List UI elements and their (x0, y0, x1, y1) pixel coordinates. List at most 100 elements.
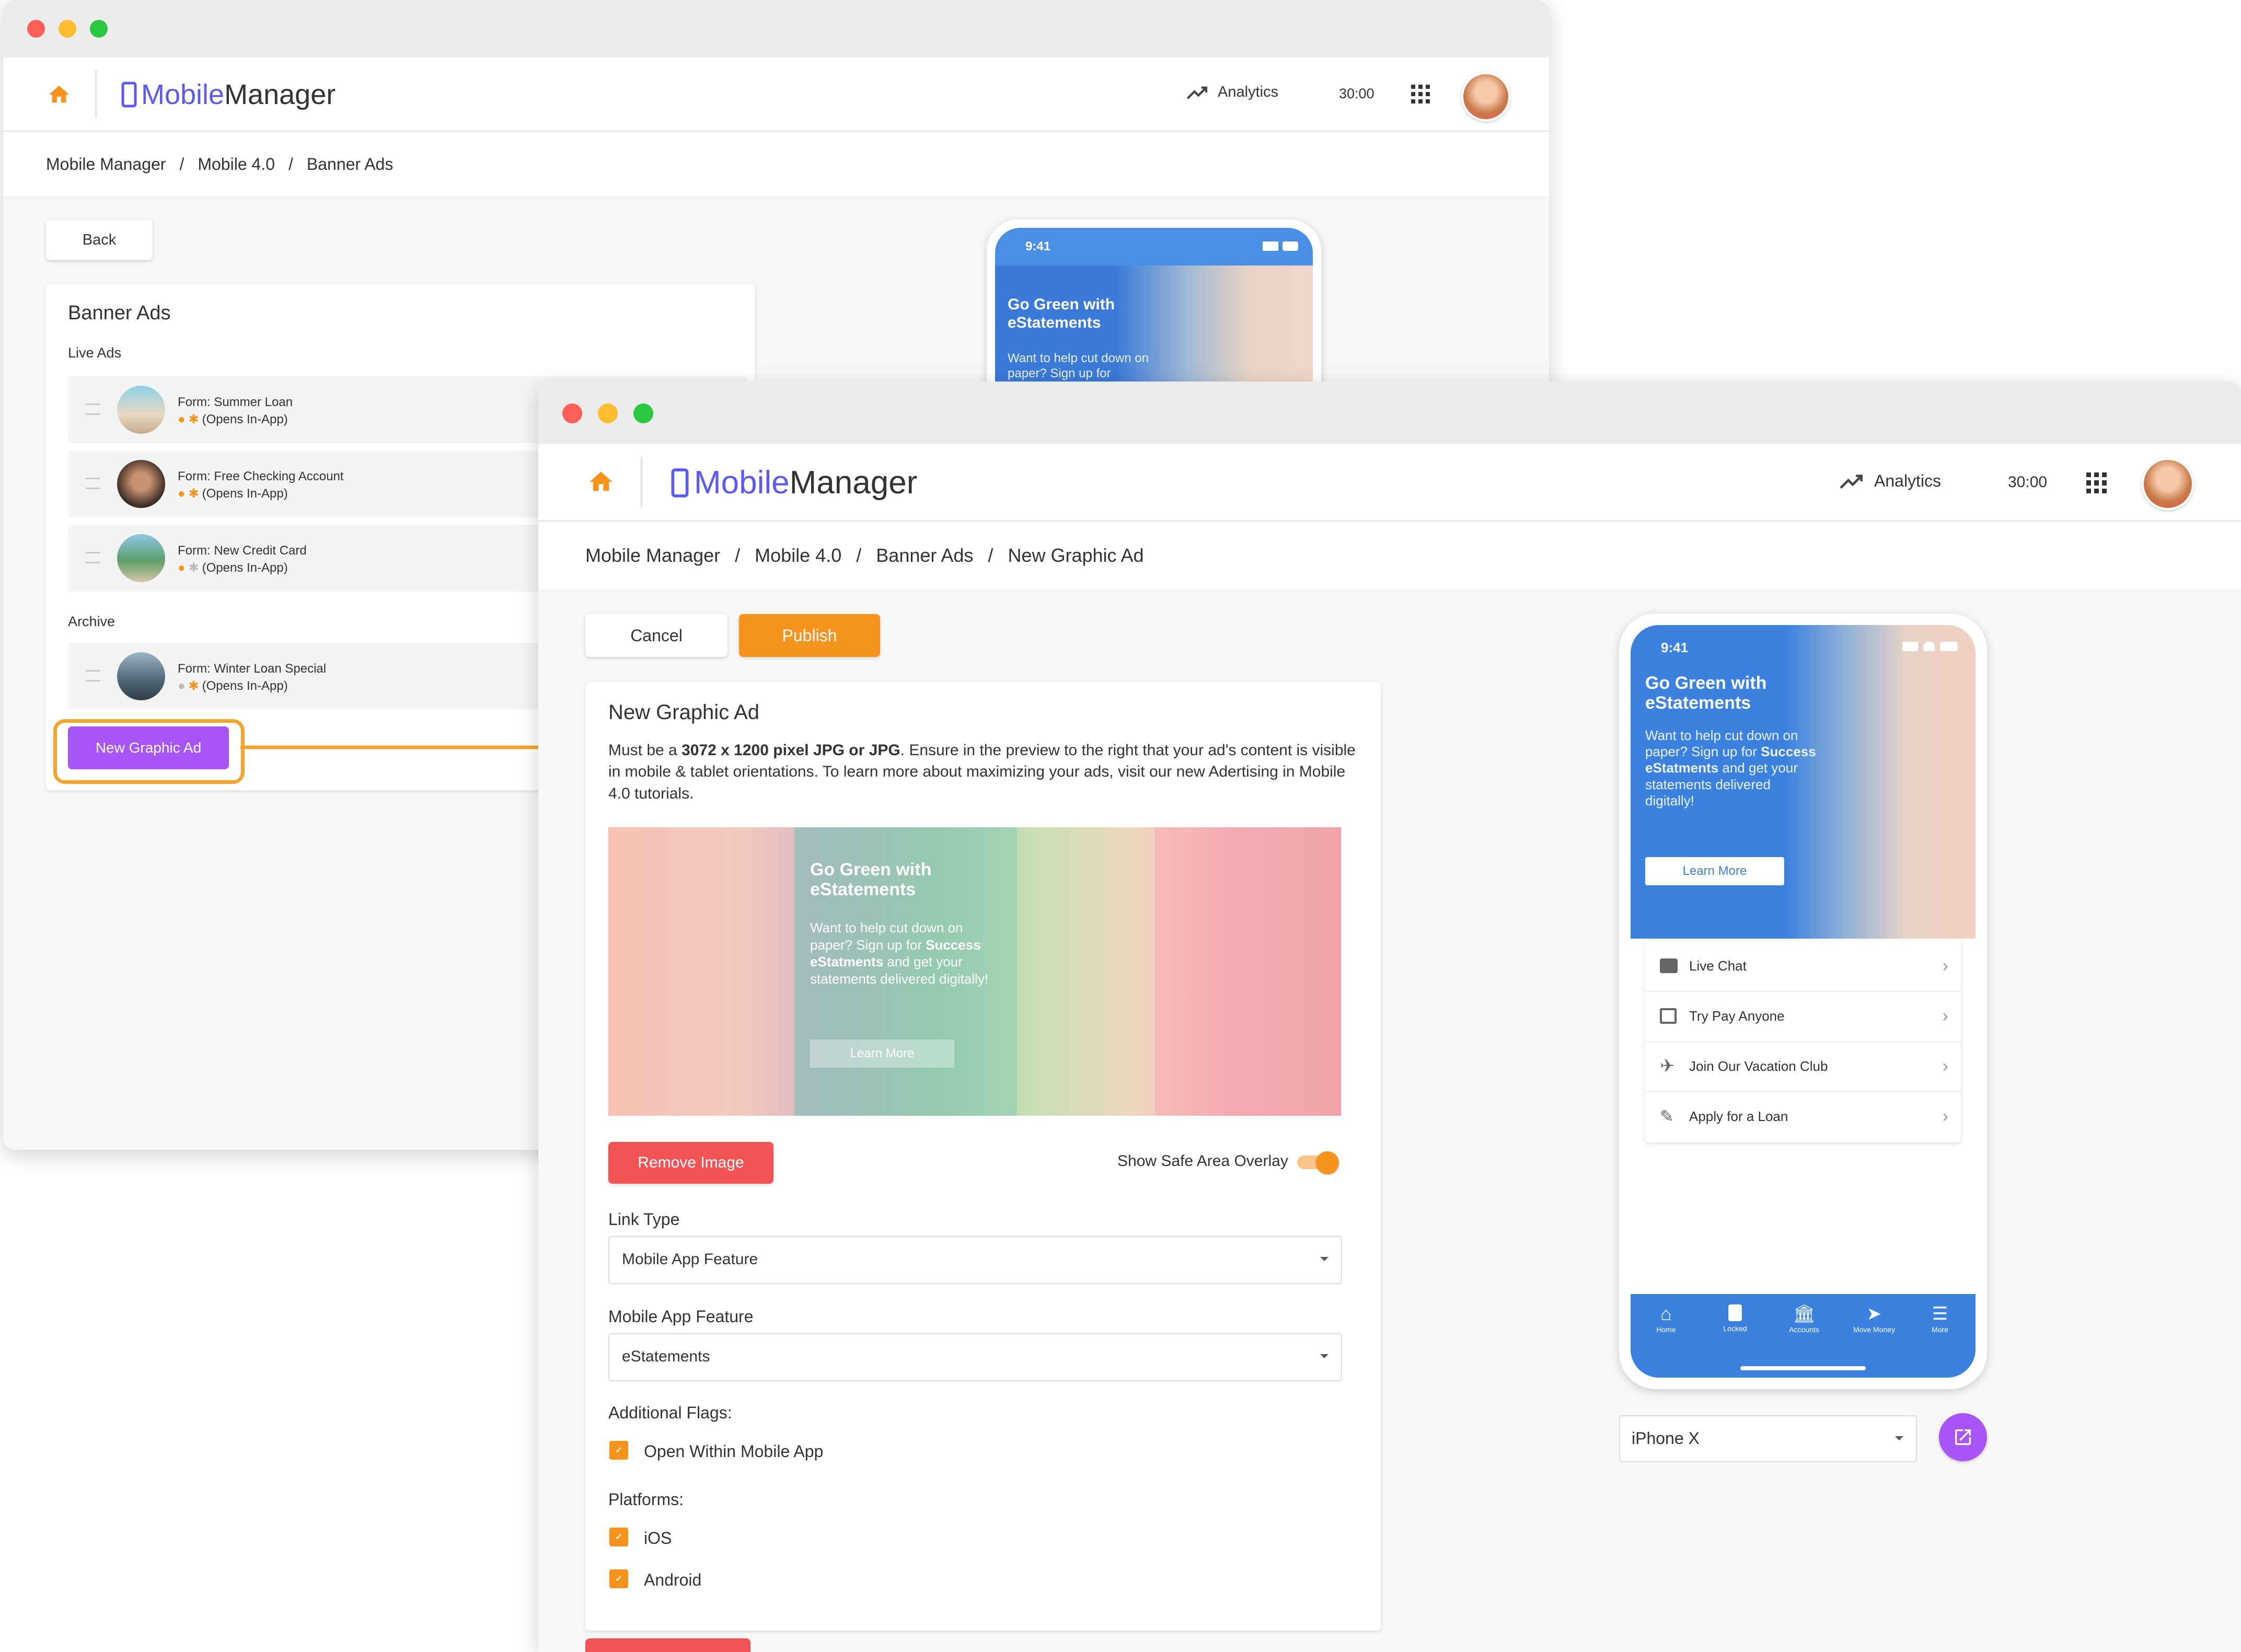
android-icon: ✱ (188, 679, 199, 693)
menu-icon: ☰ (1932, 1304, 1948, 1324)
front-breadcrumb: Mobile Manager / Mobile 4.0 / Banner Ads… (538, 522, 2241, 590)
apps-grid-icon[interactable] (2086, 472, 2107, 493)
session-timer: 30:00 (2008, 473, 2048, 491)
close-window-button[interactable] (562, 403, 582, 423)
home-icon[interactable] (587, 468, 615, 495)
signal-icon (1902, 642, 1918, 651)
back-button[interactable]: Back (46, 220, 153, 260)
minimize-window-button[interactable] (598, 403, 618, 423)
link-type-select[interactable]: Mobile App Feature (608, 1236, 1342, 1284)
tab-accounts[interactable]: 🏛 Accounts (1781, 1302, 1827, 1334)
session-timer: 30:00 (1339, 86, 1374, 101)
battery-icon (1940, 642, 1958, 651)
android-icon: ✱ (188, 561, 199, 575)
front-window: Mobile Manager Analytics 30:00 Mobile Man… (538, 382, 2241, 1652)
menu-item-live-chat[interactable]: Live Chat › (1645, 941, 1961, 992)
analytics-label: Analytics (1218, 84, 1279, 100)
feature-select[interactable]: eStatements (608, 1333, 1342, 1381)
breadcrumb-mobile-4[interactable]: Mobile 4.0 (198, 155, 275, 174)
analytics-link[interactable]: Analytics (1840, 471, 1941, 491)
ad-title: Form: New Credit Card (178, 544, 307, 558)
receipt-icon (1660, 1008, 1677, 1024)
back-breadcrumb: Mobile Manager / Mobile 4.0 / Banner Ads (3, 132, 1549, 197)
apple-icon: ● (178, 486, 186, 501)
banner-preview: Go Green with eStatements Want to help c… (608, 827, 1341, 1116)
breadcrumb-separator: / (288, 154, 293, 174)
menu-item-pay-anyone[interactable]: Try Pay Anyone › (1645, 991, 1961, 1042)
phone-time: 9:41 (1661, 640, 1689, 655)
phone-icon (121, 82, 137, 108)
chevron-down-icon (1895, 1436, 1903, 1440)
front-titlebar (538, 382, 2241, 445)
user-avatar[interactable] (1461, 72, 1510, 121)
brand-logo: Mobile Manager (671, 464, 917, 501)
breadcrumb-separator: / (988, 545, 994, 566)
breadcrumb-mobile-manager[interactable]: Mobile Manager (46, 155, 166, 174)
banner-right-overlay (1155, 827, 1341, 1116)
breadcrumb-mobile-manager[interactable]: Mobile Manager (585, 545, 720, 567)
ad-thumbnail (117, 460, 165, 508)
analytics-link[interactable]: Analytics (1186, 84, 1278, 101)
apple-icon: ● (178, 412, 186, 426)
cancel-button[interactable]: Cancel (585, 614, 727, 657)
open-in-app-label: Open Within Mobile App (644, 1442, 824, 1461)
status-icons (1902, 642, 1958, 651)
archive-label: Archive (68, 614, 115, 629)
drag-handle-icon[interactable] (86, 478, 100, 489)
front-app-header: Mobile Manager Analytics 30:00 (538, 444, 2241, 522)
form-title: New Graphic Ad (608, 701, 760, 724)
send-icon: ➤ (1866, 1304, 1882, 1324)
menu-item-apply-loan[interactable]: ✎ Apply for a Loan › (1645, 1091, 1961, 1141)
ad-title: Form: Summer Loan (178, 395, 293, 409)
ad-thumbnail (117, 652, 165, 700)
phone-tab-bar: ⌂ Home Locked 🏛 Accounts ➤ Move Money ☰ (1631, 1294, 1976, 1378)
tab-home[interactable]: ⌂ Home (1643, 1302, 1689, 1334)
delete-button-partial[interactable] (585, 1638, 750, 1652)
breadcrumb-separator: / (735, 545, 741, 566)
ad-subtitle: ● ✱ (Opens In-App) (178, 678, 288, 694)
chat-icon (1660, 958, 1678, 973)
banner-learn-more: Learn More (810, 1039, 954, 1068)
breadcrumb-banner-ads: Banner Ads (306, 154, 394, 174)
maximize-window-button[interactable] (633, 403, 653, 423)
lock-icon (1728, 1304, 1742, 1321)
brand-mobile-text: Mobile (694, 465, 790, 501)
safe-area-toggle[interactable] (1297, 1151, 1340, 1174)
tab-move-money[interactable]: ➤ Move Money (1845, 1302, 1903, 1334)
open-external-button[interactable] (1939, 1413, 1987, 1461)
phone-icon (671, 468, 689, 498)
open-in-app-checkbox[interactable]: ✓ (609, 1441, 628, 1460)
drag-handle-icon[interactable] (86, 670, 100, 681)
android-checkbox[interactable]: ✓ (609, 1569, 628, 1588)
phone-time: 9:41 (1025, 239, 1051, 253)
tab-locked[interactable]: Locked (1712, 1302, 1758, 1333)
breadcrumb-mobile-4[interactable]: Mobile 4.0 (755, 545, 841, 567)
minimize-window-button[interactable] (59, 20, 76, 38)
user-avatar[interactable] (2142, 458, 2194, 510)
safe-area-label: Show Safe Area Overlay (1117, 1152, 1288, 1170)
close-window-button[interactable] (27, 20, 45, 38)
banner-left-overlay (608, 827, 794, 1116)
apps-grid-icon[interactable] (1411, 85, 1430, 103)
remove-image-button[interactable]: Remove Image (608, 1142, 773, 1184)
new-graphic-ad-button[interactable]: New Graphic Ad (68, 726, 229, 769)
phone-headline: Go Green with eStatements (1645, 673, 1767, 713)
device-select[interactable]: iPhone X (1619, 1415, 1917, 1462)
phone-learn-more-button[interactable]: Learn More (1645, 857, 1784, 885)
chevron-right-icon: › (1942, 1056, 1948, 1076)
home-icon[interactable] (47, 83, 71, 107)
tab-more[interactable]: ☰ More (1917, 1302, 1963, 1334)
drag-handle-icon[interactable] (86, 403, 100, 415)
airplane-icon: ✈ (1660, 1056, 1675, 1076)
chevron-down-icon (1320, 1257, 1329, 1261)
home-indicator (1740, 1366, 1866, 1370)
banner-body: Want to help cut down on paper? Sign up … (810, 920, 989, 987)
brand-manager-text: Manager (224, 79, 336, 110)
panel-title: Banner Ads (68, 302, 171, 324)
breadcrumb-banner-ads[interactable]: Banner Ads (876, 545, 973, 567)
ios-checkbox[interactable]: ✓ (609, 1528, 628, 1546)
drag-handle-icon[interactable] (86, 552, 100, 563)
menu-item-vacation-club[interactable]: ✈ Join Our Vacation Club › (1645, 1041, 1961, 1092)
publish-button[interactable]: Publish (739, 614, 880, 657)
maximize-window-button[interactable] (90, 20, 108, 38)
